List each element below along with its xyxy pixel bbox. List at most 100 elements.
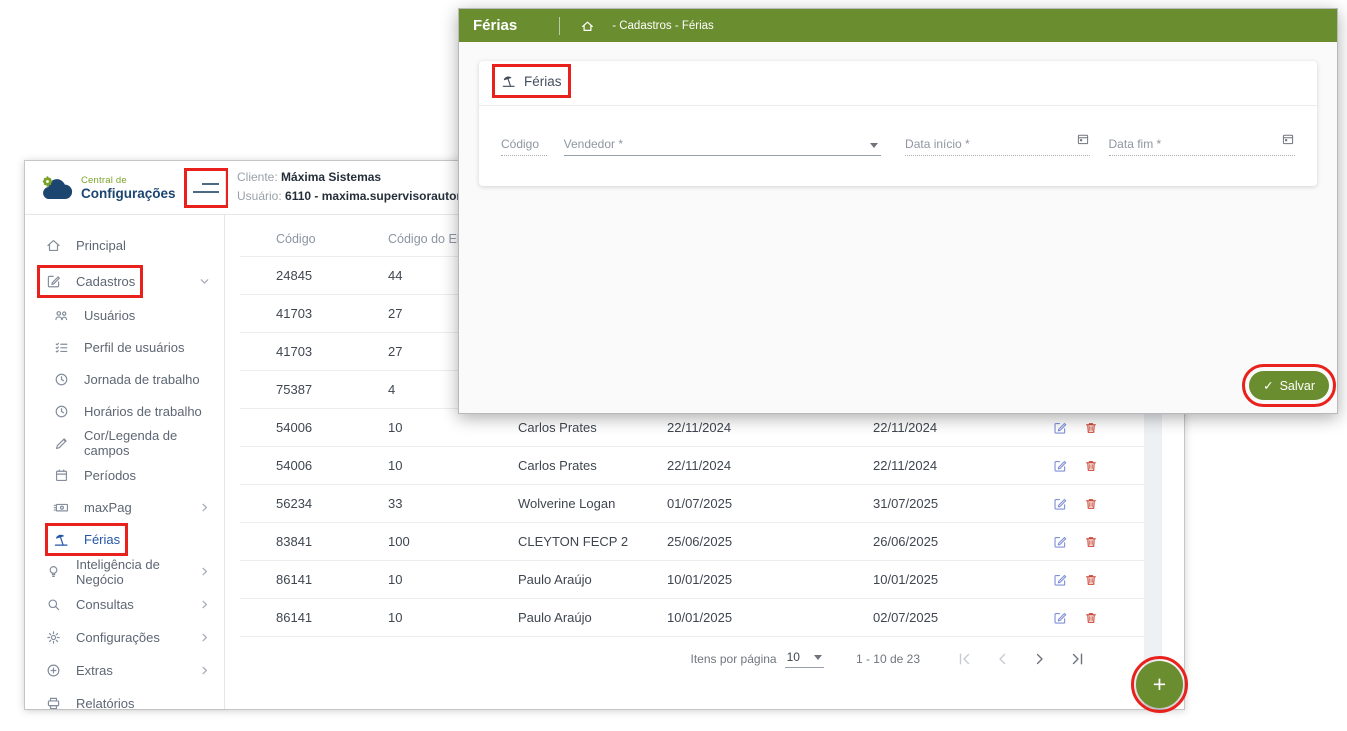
gear-icon: [45, 629, 62, 646]
sidebar-item-cor-legenda-de-campos[interactable]: Cor/Legenda de campos: [25, 427, 224, 459]
paginator: Itens por página 10 1 - 10 de 23: [240, 637, 1144, 681]
table-row: 83841 100 CLEYTON FECP 2 25/06/2025 26/0…: [240, 523, 1144, 561]
chevron-down-icon: [199, 276, 210, 287]
table-row: 54006 10 Carlos Prates 22/11/2024 22/11/…: [240, 447, 1144, 485]
home-icon[interactable]: [580, 19, 595, 33]
table-row: 54006 10 Carlos Prates 22/11/2024 22/11/…: [240, 409, 1144, 447]
data-fim-field[interactable]: Data fim *: [1109, 126, 1295, 156]
table-row: 86141 10 Paulo Araújo 10/01/2025 10/01/2…: [240, 561, 1144, 599]
user-value: 6110 - maxima.supervisorautoriz: [285, 189, 470, 203]
vendedor-select[interactable]: Vendedor *: [564, 126, 881, 156]
page: Central de Configurações Cliente: Máxima…: [0, 0, 1347, 731]
card-title: Férias: [501, 73, 562, 89]
edit-row-icon[interactable]: [1052, 496, 1068, 512]
sidebar-item-periodos[interactable]: Períodos: [25, 459, 224, 491]
edit-row-icon[interactable]: [1052, 534, 1068, 550]
edit-row-icon[interactable]: [1052, 572, 1068, 588]
checklist-icon: [53, 339, 70, 356]
session-info: Cliente: Máxima Sistemas Usuário: 6110 -…: [237, 168, 470, 206]
clock-icon: [53, 403, 70, 420]
sidebar-item-horarios-de-trabalho[interactable]: Horários de trabalho: [25, 395, 224, 427]
sidebar-item-configuracoes[interactable]: Configurações: [25, 621, 224, 654]
sidebar-item-extras[interactable]: Extras: [25, 654, 224, 687]
sidebar-item-jornada-de-trabalho[interactable]: Jornada de trabalho: [25, 363, 224, 395]
calendar-icon[interactable]: [1281, 132, 1295, 146]
search-icon: [45, 596, 62, 613]
beach-umbrella-icon: [53, 531, 70, 548]
printer-icon: [45, 695, 62, 709]
cadastros-highlight: Cadastros: [45, 273, 135, 290]
edit-square-icon: [45, 273, 62, 290]
delete-row-icon[interactable]: [1083, 496, 1099, 512]
calendar-icon: [53, 467, 70, 484]
sidebar-item-perfil-de-usuarios[interactable]: Perfil de usuários: [25, 331, 224, 363]
ferias-highlight: Férias: [53, 531, 120, 548]
sidebar-item-maxpag[interactable]: maxPag: [25, 491, 224, 523]
next-page-icon[interactable]: [1032, 651, 1048, 667]
home-icon: [45, 237, 62, 254]
edit-row-icon[interactable]: [1052, 420, 1068, 436]
header-divider: [225, 171, 226, 205]
last-page-icon[interactable]: [1070, 651, 1086, 667]
plus-circle-icon: [45, 662, 62, 679]
beach-umbrella-icon: [501, 73, 517, 89]
sidebar-item-usuarios[interactable]: Usuários: [25, 299, 224, 331]
delete-row-icon[interactable]: [1083, 534, 1099, 550]
data-inicio-field[interactable]: Data início *: [905, 126, 1089, 156]
plus-icon: +: [1153, 671, 1166, 697]
chevron-right-icon: [199, 566, 210, 577]
sidebar: Principal Cadastros Usuários Perfil de u…: [25, 215, 225, 709]
delete-row-icon[interactable]: [1083, 572, 1099, 588]
page-size-select[interactable]: 10: [785, 650, 824, 668]
breadcrumb: - Cadastros - Férias: [612, 20, 714, 32]
check-icon: ✓: [1263, 378, 1273, 393]
sidebar-item-principal[interactable]: Principal: [25, 227, 224, 263]
codigo-field[interactable]: Código: [501, 126, 547, 156]
calendar-icon[interactable]: [1076, 132, 1090, 146]
first-page-icon[interactable]: [956, 651, 972, 667]
sidebar-item-cadastros[interactable]: Cadastros: [25, 263, 224, 299]
previous-page-icon[interactable]: [994, 651, 1010, 667]
client-value: Máxima Sistemas: [281, 170, 381, 184]
user-label: Usuário:: [237, 189, 282, 203]
hamburger-icon: [202, 183, 219, 185]
select-arrow-icon: [814, 655, 822, 660]
edit-row-icon[interactable]: [1052, 610, 1068, 626]
chevron-right-icon: [199, 502, 210, 513]
edit-row-icon[interactable]: [1052, 458, 1068, 474]
sidebar-item-relatorios[interactable]: Relatórios: [25, 687, 224, 709]
header-codigo: Código: [276, 232, 388, 246]
select-arrow-icon: [870, 143, 878, 148]
delete-row-icon[interactable]: [1083, 420, 1099, 436]
lightbulb-icon: [45, 563, 62, 580]
logo-line1: Central de: [81, 175, 176, 186]
items-per-page-label: Itens por página: [691, 652, 777, 666]
save-button[interactable]: ✓ Salvar: [1249, 371, 1329, 400]
header-divider: [559, 17, 560, 35]
client-label: Cliente:: [237, 170, 278, 184]
delete-row-icon[interactable]: [1083, 458, 1099, 474]
cloud-logo-icon: [38, 175, 74, 201]
ferias-form-card: Férias Código Vendedor * Data início * D…: [479, 61, 1317, 186]
banknote-icon: [53, 499, 70, 516]
delete-row-icon[interactable]: [1083, 610, 1099, 626]
page-range-label: 1 - 10 de 23: [856, 652, 920, 666]
chevron-right-icon: [199, 665, 210, 676]
pencil-icon: [53, 435, 70, 452]
dialog-header: Férias - Cadastros - Férias: [459, 9, 1337, 42]
chevron-right-icon: [199, 599, 210, 610]
chevron-right-icon: [199, 632, 210, 643]
logo-line2: Configurações: [81, 186, 176, 201]
sidebar-item-inteligencia-de-negocio[interactable]: Inteligência de Negócio: [25, 555, 224, 588]
table-row: 56234 33 Wolverine Logan 01/07/2025 31/0…: [240, 485, 1144, 523]
users-icon: [53, 307, 70, 324]
add-ferias-fab[interactable]: +: [1136, 661, 1183, 708]
ferias-dialog: Férias - Cadastros - Férias Férias Códig…: [458, 8, 1338, 414]
table-row: 86141 10 Paulo Araújo 10/01/2025 02/07/2…: [240, 599, 1144, 637]
sidebar-item-ferias[interactable]: Férias: [25, 523, 224, 555]
app-logo: Central de Configurações: [25, 175, 176, 201]
clock-icon: [53, 371, 70, 388]
sidenav-toggle-button[interactable]: [188, 172, 224, 204]
sidebar-item-consultas[interactable]: Consultas: [25, 588, 224, 621]
dialog-title: Férias: [473, 17, 517, 34]
